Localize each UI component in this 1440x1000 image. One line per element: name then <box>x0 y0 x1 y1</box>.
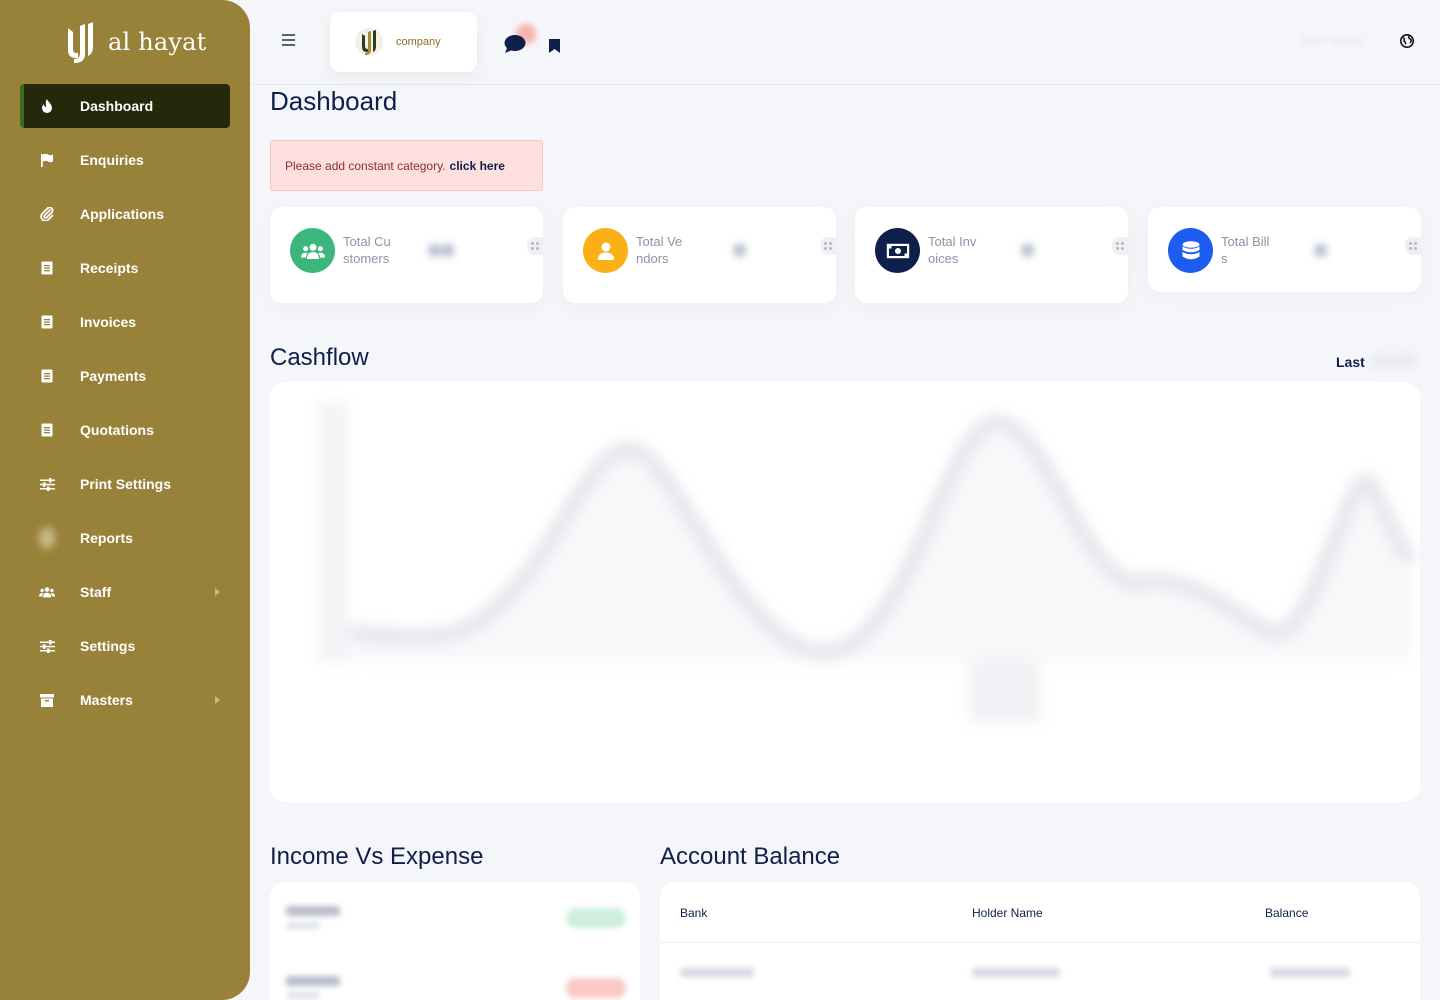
sidebar-item-invoices[interactable]: Invoices <box>20 300 230 344</box>
stat-card-invoices[interactable]: Total Invoices ■ <box>855 207 1128 303</box>
company-logo-icon <box>355 28 383 56</box>
drag-handle-icon[interactable] <box>1112 237 1128 255</box>
flag-icon <box>39 152 55 168</box>
stat-label: Total Vendors <box>636 234 683 266</box>
sidebar-item-enquiries[interactable]: Enquiries <box>20 138 230 182</box>
sidebar-item-payments[interactable]: Payments <box>20 354 230 398</box>
sidebar-item-dashboard[interactable]: Dashboard <box>20 84 230 128</box>
sidebar-item-receipts[interactable]: Receipts <box>20 246 230 290</box>
chat-icon[interactable] <box>504 34 526 59</box>
list-item <box>286 972 626 1000</box>
table-cell-placeholder <box>680 968 754 977</box>
stat-value-placeholder: ■■ <box>428 237 455 262</box>
sidebar-item-quotations[interactable]: Quotations <box>20 408 230 452</box>
menu-toggle-icon[interactable] <box>282 34 295 46</box>
brand-name: al hayat <box>108 28 207 56</box>
income-expense-card <box>270 882 640 1000</box>
stat-value-placeholder: ■ <box>733 237 747 262</box>
document-icon <box>39 422 55 438</box>
stat-card-customers[interactable]: Total Customers ■■ <box>270 207 543 303</box>
paperclip-icon <box>39 206 55 222</box>
sidebar-item-staff[interactable]: Staff <box>20 570 230 614</box>
period-filter[interactable]: Last <box>1336 354 1365 370</box>
cashflow-chart-graphic <box>318 402 1417 722</box>
brand[interactable]: al hayat <box>64 20 207 64</box>
alert-text: Please add constant category. <box>285 158 446 173</box>
bookmark-icon[interactable] <box>549 39 560 58</box>
stat-value-placeholder: ■ <box>1314 237 1328 262</box>
sidebar-item-print-settings[interactable]: Print Settings <box>20 462 230 506</box>
document-icon <box>39 260 55 276</box>
sidebar-item-label: Staff <box>80 584 112 600</box>
alert-banner: Please add constant category. click here <box>270 140 543 191</box>
sidebar: al hayat Dashboard Enquiries Application… <box>0 0 250 1000</box>
stat-label: Total Invoices <box>928 234 977 266</box>
sidebar-item-label: Applications <box>80 206 165 222</box>
stat-card-vendors[interactable]: Total Vendors ■ <box>563 207 836 303</box>
cashflow-title: Cashflow <box>270 344 369 371</box>
sidebar-item-label: Settings <box>80 638 136 654</box>
page-title: Dashboard <box>270 86 398 116</box>
topbar: company Dark Mode <box>250 0 1440 85</box>
dark-mode-toggle[interactable]: Dark Mode <box>1300 33 1364 48</box>
fire-icon <box>39 98 55 114</box>
globe-icon[interactable] <box>1400 34 1414 53</box>
table-cell-placeholder <box>972 968 1060 977</box>
sidebar-item-label: Invoices <box>80 314 137 330</box>
brand-logo-icon <box>68 22 93 63</box>
drag-handle-icon[interactable] <box>527 237 543 255</box>
users-icon <box>39 584 55 600</box>
user-icon <box>583 228 628 273</box>
sidebar-nav: Dashboard Enquiries Applications Receipt… <box>20 84 230 732</box>
income-expense-title: Income Vs Expense <box>270 843 484 870</box>
column-header-bank[interactable]: Bank <box>680 906 707 920</box>
account-balance-table: Bank Holder Name Balance <box>660 882 1420 1000</box>
document-icon <box>39 314 55 330</box>
period-filter-value <box>1372 354 1416 368</box>
sidebar-item-masters[interactable]: Masters <box>20 678 230 722</box>
archive-icon <box>39 692 55 708</box>
drag-handle-icon[interactable] <box>820 237 836 255</box>
chevron-right-icon <box>215 696 220 704</box>
reports-icon <box>39 527 55 549</box>
chevron-right-icon <box>215 588 220 596</box>
company-selector[interactable]: company <box>330 12 477 72</box>
table-header: Bank Holder Name Balance <box>660 882 1420 943</box>
company-name: company <box>396 36 441 48</box>
sliders-icon <box>39 638 55 654</box>
sidebar-item-label: Receipts <box>80 260 139 276</box>
stat-label: Total Bills <box>1221 234 1270 266</box>
sidebar-item-label: Payments <box>80 368 147 384</box>
list-item <box>286 902 626 938</box>
sidebar-item-label: Dashboard <box>80 98 154 114</box>
column-header-balance[interactable]: Balance <box>1265 906 1308 920</box>
banknote-icon <box>875 228 920 273</box>
sidebar-item-label: Masters <box>80 692 133 708</box>
drag-handle-icon[interactable] <box>1405 237 1421 255</box>
alert-link[interactable]: click here <box>450 159 505 173</box>
document-icon <box>39 368 55 384</box>
sidebar-item-label: Enquiries <box>80 152 144 168</box>
sidebar-item-label: Print Settings <box>80 476 172 492</box>
table-cell-placeholder <box>1270 968 1350 977</box>
stat-card-bills[interactable]: Total Bills ■ <box>1148 207 1421 292</box>
sidebar-item-reports[interactable]: Reports <box>20 516 230 560</box>
sidebar-item-label: Reports <box>80 530 133 546</box>
sliders-icon <box>39 476 55 492</box>
stat-label: Total Customers <box>343 234 391 266</box>
cashflow-chart <box>270 382 1420 802</box>
database-icon <box>1168 228 1213 273</box>
sidebar-item-label: Quotations <box>80 422 154 438</box>
account-balance-title: Account Balance <box>660 843 841 870</box>
sidebar-item-settings[interactable]: Settings <box>20 624 230 668</box>
stat-value-placeholder: ■ <box>1021 237 1035 262</box>
sidebar-item-applications[interactable]: Applications <box>20 192 230 236</box>
users-icon <box>290 228 335 273</box>
column-header-holder-name[interactable]: Holder Name <box>972 906 1043 920</box>
